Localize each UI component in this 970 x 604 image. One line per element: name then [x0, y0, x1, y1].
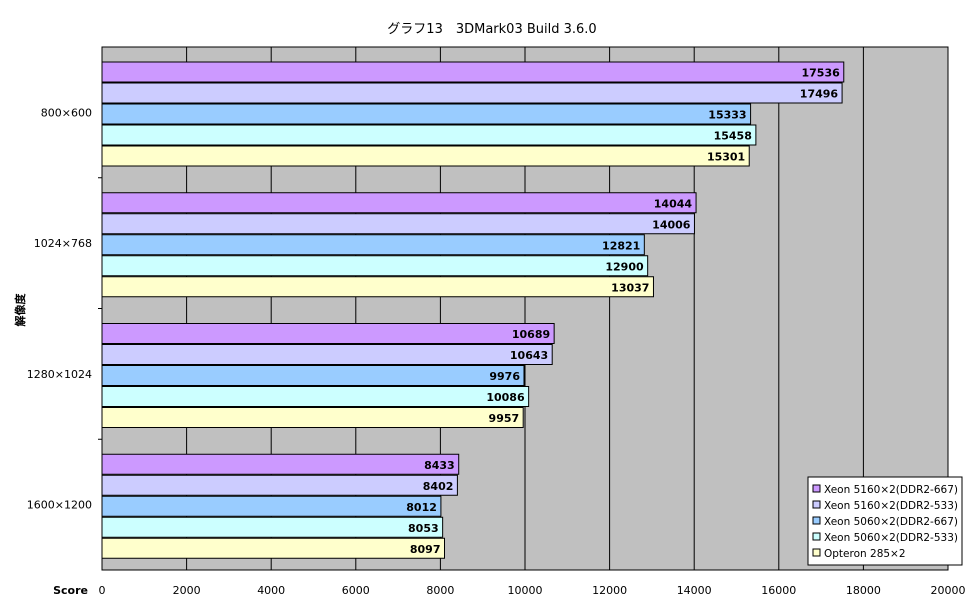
bar — [101, 103, 752, 125]
bar — [101, 234, 645, 256]
data-label: 17496 — [800, 88, 839, 101]
data-label: 10689 — [512, 328, 550, 341]
bar — [101, 474, 458, 496]
data-label: 10643 — [510, 349, 548, 362]
bar — [101, 61, 845, 83]
x-tick-label: 14000 — [677, 584, 712, 597]
x-tick-label: 20000 — [931, 584, 966, 597]
bar — [101, 124, 757, 146]
data-label: 8402 — [423, 480, 454, 493]
chart-title: グラフ13 3DMark03 Build 3.6.0 — [387, 22, 596, 37]
data-label: 8012 — [406, 501, 437, 514]
data-label: 8097 — [410, 543, 441, 556]
data-label: 17536 — [801, 67, 840, 80]
data-label: 15301 — [707, 151, 745, 164]
bar — [101, 82, 843, 104]
legend-swatch — [812, 532, 821, 541]
bar — [101, 516, 444, 538]
legend-swatch — [812, 484, 821, 493]
data-label: 14006 — [652, 218, 691, 231]
bar — [101, 537, 446, 559]
data-label: 9957 — [489, 412, 520, 425]
y-category-label: 1024×768 — [34, 237, 92, 250]
bar — [101, 365, 525, 386]
y-axis-title: 解像度 — [13, 293, 27, 327]
data-label: 9976 — [489, 370, 520, 383]
legend-swatch — [812, 548, 821, 557]
bar — [101, 453, 460, 475]
legend-item-label: Xeon 5160×2(DDR2-667) — [824, 484, 958, 496]
data-label: 15458 — [714, 130, 752, 143]
legend-swatch — [812, 516, 821, 525]
x-tick-label: 16000 — [761, 584, 796, 597]
bar — [101, 323, 555, 344]
legend-swatch — [812, 500, 821, 509]
legend: Xeon 5160×2(DDR2-667) Xeon 5160×2(DDR2-53… — [807, 476, 963, 566]
bar — [101, 213, 695, 235]
bar — [101, 192, 697, 214]
x-tick-label: 8000 — [426, 584, 454, 597]
bar — [101, 276, 654, 298]
data-label: 8433 — [424, 459, 455, 472]
bar — [101, 344, 553, 365]
y-category-label: 1600×1200 — [27, 499, 92, 512]
bar — [101, 145, 750, 167]
y-category-label: 800×600 — [41, 106, 92, 119]
x-tick-label: 12000 — [592, 584, 627, 597]
x-axis-title: Score — [53, 584, 88, 597]
x-tick-label: 4000 — [257, 584, 285, 597]
x-tick-label: 18000 — [846, 584, 881, 597]
data-label: 10086 — [486, 391, 525, 404]
data-label: 14044 — [654, 197, 693, 210]
bar — [101, 495, 442, 517]
legend-item-label: Xeon 5060×2(DDR2-667) — [824, 516, 958, 528]
x-tick-label: 10000 — [508, 584, 543, 597]
data-label: 13037 — [611, 281, 649, 294]
chart: グラフ13 3DMark03 Build 3.6.0 解像度 Score 0 20… — [13, 22, 966, 597]
data-label: 12900 — [605, 260, 644, 273]
bar — [101, 255, 649, 277]
data-label: 12821 — [602, 239, 640, 252]
bar — [101, 407, 524, 428]
legend-item-label: Xeon 5060×2(DDR2-533) — [824, 532, 958, 544]
x-tick-label: 2000 — [173, 584, 201, 597]
bar — [101, 386, 530, 407]
data-label: 8053 — [408, 522, 439, 535]
x-tick-label: 6000 — [342, 584, 370, 597]
x-tick-label: 0 — [99, 584, 106, 597]
y-category-label: 1280×1024 — [27, 368, 92, 381]
legend-item-label: Xeon 5160×2(DDR2-533) — [824, 500, 958, 512]
data-label: 15333 — [708, 109, 746, 122]
legend-item-label: Opteron 285×2 — [824, 548, 906, 560]
